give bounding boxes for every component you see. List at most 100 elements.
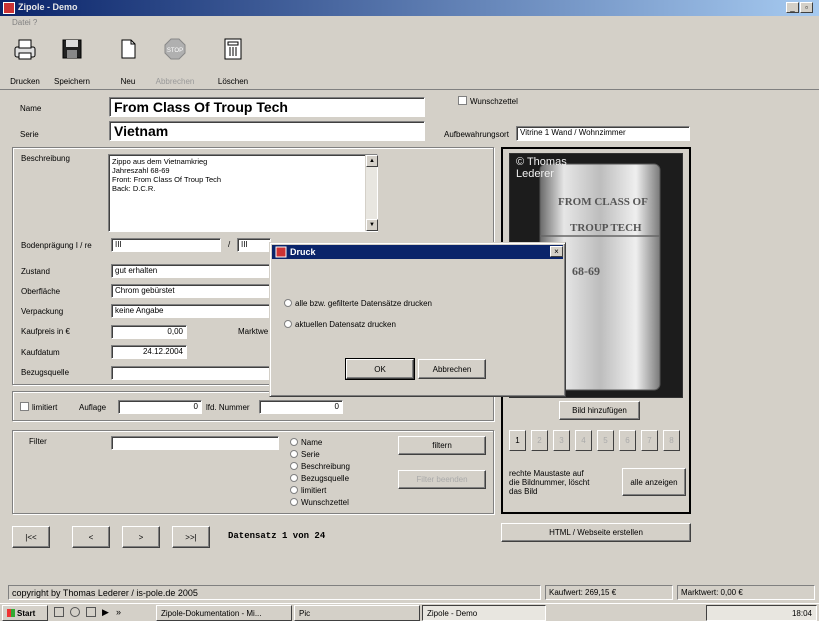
minimize-button[interactable]: _ xyxy=(786,2,799,13)
toolbar: Drucken Speichern Neu STOP Abbrechen Lös… xyxy=(0,30,819,90)
checkbox-box[interactable] xyxy=(458,96,467,105)
description-line: Zippo aus dem Vietnamkrieg xyxy=(112,157,208,166)
filter-option-series[interactable]: Serie xyxy=(290,450,320,459)
last-record-button[interactable]: >>| xyxy=(172,526,210,548)
radio-circle[interactable] xyxy=(290,450,298,458)
storage-field[interactable]: Vitrine 1 Wand / Wohnzimmer xyxy=(516,126,690,141)
dialog-ok-button[interactable]: OK xyxy=(345,358,415,380)
quick-launch: ▶ » xyxy=(52,607,152,619)
thumbnail-button-8[interactable]: 8 xyxy=(663,430,680,451)
bottom-stamp-separator: / xyxy=(228,240,231,249)
serial-field[interactable]: 0 xyxy=(259,400,343,414)
menu-file[interactable]: Datei ? xyxy=(12,18,37,27)
thumbnail-button-3[interactable]: 3 xyxy=(553,430,570,451)
edition-field[interactable]: 0 xyxy=(118,400,202,414)
first-record-button[interactable]: |<< xyxy=(12,526,50,548)
filter-option-source[interactable]: Bezugsquelle xyxy=(290,474,349,483)
purchase-date-field[interactable]: 24.12.2004 xyxy=(111,345,187,359)
filter-option-label: Beschreibung xyxy=(301,462,350,471)
thumbnail-button-2[interactable]: 2 xyxy=(531,430,548,451)
add-image-button[interactable]: Bild hinzufügen xyxy=(559,401,640,420)
status-bar: copyright by Thomas Lederer / is-pole.de… xyxy=(0,585,819,601)
radio-circle[interactable] xyxy=(290,498,298,506)
dialog-title-bar: Druck × xyxy=(272,245,563,259)
radio-circle[interactable] xyxy=(290,474,298,482)
create-html-button[interactable]: HTML / Webseite erstellen xyxy=(501,523,691,542)
thumbnail-button-1[interactable]: 1 xyxy=(509,430,526,451)
limited-checkbox[interactable]: limitiert xyxy=(20,402,57,412)
condition-field[interactable]: gut erhalten xyxy=(111,264,271,278)
scroll-up-icon[interactable]: ▲ xyxy=(366,155,378,167)
print-label: Drucken xyxy=(10,77,40,86)
radio-circle[interactable] xyxy=(290,462,298,470)
surface-field[interactable]: Chrom gebürstet xyxy=(111,284,271,298)
thumbnail-button-5[interactable]: 5 xyxy=(597,430,614,451)
bottom-stamp-label: Bodenprägung I / re xyxy=(21,241,92,250)
thumbnail-button-6[interactable]: 6 xyxy=(619,430,636,451)
status-copyright: copyright by Thomas Lederer / is-pole.de… xyxy=(8,585,541,600)
source-field[interactable] xyxy=(111,366,271,380)
radio-circle[interactable] xyxy=(290,438,298,446)
start-button[interactable]: Start xyxy=(2,605,48,621)
trash-can-icon xyxy=(224,38,242,60)
series-field[interactable]: Vietnam xyxy=(109,121,425,141)
thumbnail-button-4[interactable]: 4 xyxy=(575,430,592,451)
thumbnail-button-7[interactable]: 7 xyxy=(641,430,658,451)
filter-field[interactable] xyxy=(111,436,279,450)
taskbar: Start ▶ » Zipole-Dokumentation - Mi... P… xyxy=(0,603,819,621)
more-icon[interactable]: » xyxy=(116,607,121,617)
bottom-stamp-left-field[interactable]: III xyxy=(111,238,221,252)
description-line: Jahreszahl 68-69 xyxy=(112,166,170,175)
dialog-cancel-button[interactable]: Abbrechen xyxy=(418,359,486,379)
checkbox-box[interactable] xyxy=(20,402,29,411)
filter-option-label: Bezugsquelle xyxy=(301,474,350,483)
taskbar-item-documentation[interactable]: Zipole-Dokumentation - Mi... xyxy=(156,605,292,621)
clear-filter-button[interactable]: Filter beenden xyxy=(398,470,486,489)
desktop-icon[interactable] xyxy=(54,607,64,617)
folder-icon[interactable] xyxy=(86,607,96,617)
new-button[interactable]: Neu xyxy=(105,34,151,88)
name-field[interactable]: From Class Of Troup Tech xyxy=(109,97,425,117)
scroll-down-icon[interactable]: ▼ xyxy=(366,219,378,231)
maximize-button[interactable]: ▫ xyxy=(800,2,813,13)
packaging-label: Verpackung xyxy=(21,307,64,316)
record-counter: Datensatz 1 von 24 xyxy=(228,531,326,541)
filter-option-wishlist[interactable]: Wunschzettel xyxy=(290,498,349,507)
printer-icon xyxy=(14,39,36,60)
taskbar-item-pic[interactable]: Pic xyxy=(294,605,420,621)
dialog-title: Druck xyxy=(290,247,316,257)
status-purchase-value: Kaufwert: 269,15 € xyxy=(545,585,673,600)
print-current-option[interactable]: aktuellen Datensatz drucken xyxy=(284,320,396,329)
packaging-field[interactable]: keine Angabe xyxy=(111,304,271,318)
radio-circle[interactable] xyxy=(284,320,292,328)
wishlist-checkbox[interactable]: Wunschzettel xyxy=(458,96,518,106)
radio-circle[interactable] xyxy=(284,299,292,307)
purchase-price-field[interactable]: 0,00 xyxy=(111,325,187,339)
previous-record-button[interactable]: < xyxy=(72,526,110,548)
description-textarea[interactable]: Zippo aus dem Vietnamkrieg Jahreszahl 68… xyxy=(108,154,378,232)
filter-option-name[interactable]: Name xyxy=(290,438,322,447)
new-document-icon xyxy=(121,39,136,59)
print-button[interactable]: Drucken xyxy=(2,34,48,88)
filter-button[interactable]: filtern xyxy=(398,436,486,455)
delete-button[interactable]: Löschen xyxy=(210,34,256,88)
media-icon[interactable]: ▶ xyxy=(102,607,109,618)
delete-label: Löschen xyxy=(217,77,249,86)
save-button[interactable]: Speichern xyxy=(49,34,95,88)
browser-icon[interactable] xyxy=(70,607,80,617)
next-record-button[interactable]: > xyxy=(122,526,160,548)
windows-logo-icon xyxy=(7,609,15,617)
show-all-images-button[interactable]: alle anzeigen xyxy=(622,468,686,496)
taskbar-item-zipole[interactable]: Zipole - Demo xyxy=(422,605,546,621)
radio-circle[interactable] xyxy=(290,486,298,494)
description-line: Back: D.C.R. xyxy=(112,184,156,193)
filter-option-limited[interactable]: limitiert xyxy=(290,486,326,495)
dialog-close-button[interactable]: × xyxy=(550,246,563,257)
print-all-option[interactable]: alle bzw. gefilterte Datensätze drucken xyxy=(284,299,432,308)
condition-label: Zustand xyxy=(21,267,50,276)
filter-option-description[interactable]: Beschreibung xyxy=(290,462,350,471)
description-scrollbar[interactable]: ▲ ▼ xyxy=(365,155,378,231)
cancel-button[interactable]: STOP Abbrechen xyxy=(152,34,198,88)
bottom-stamp-right-field[interactable]: III xyxy=(237,238,271,252)
serial-label: lfd. Nummer xyxy=(206,403,250,412)
